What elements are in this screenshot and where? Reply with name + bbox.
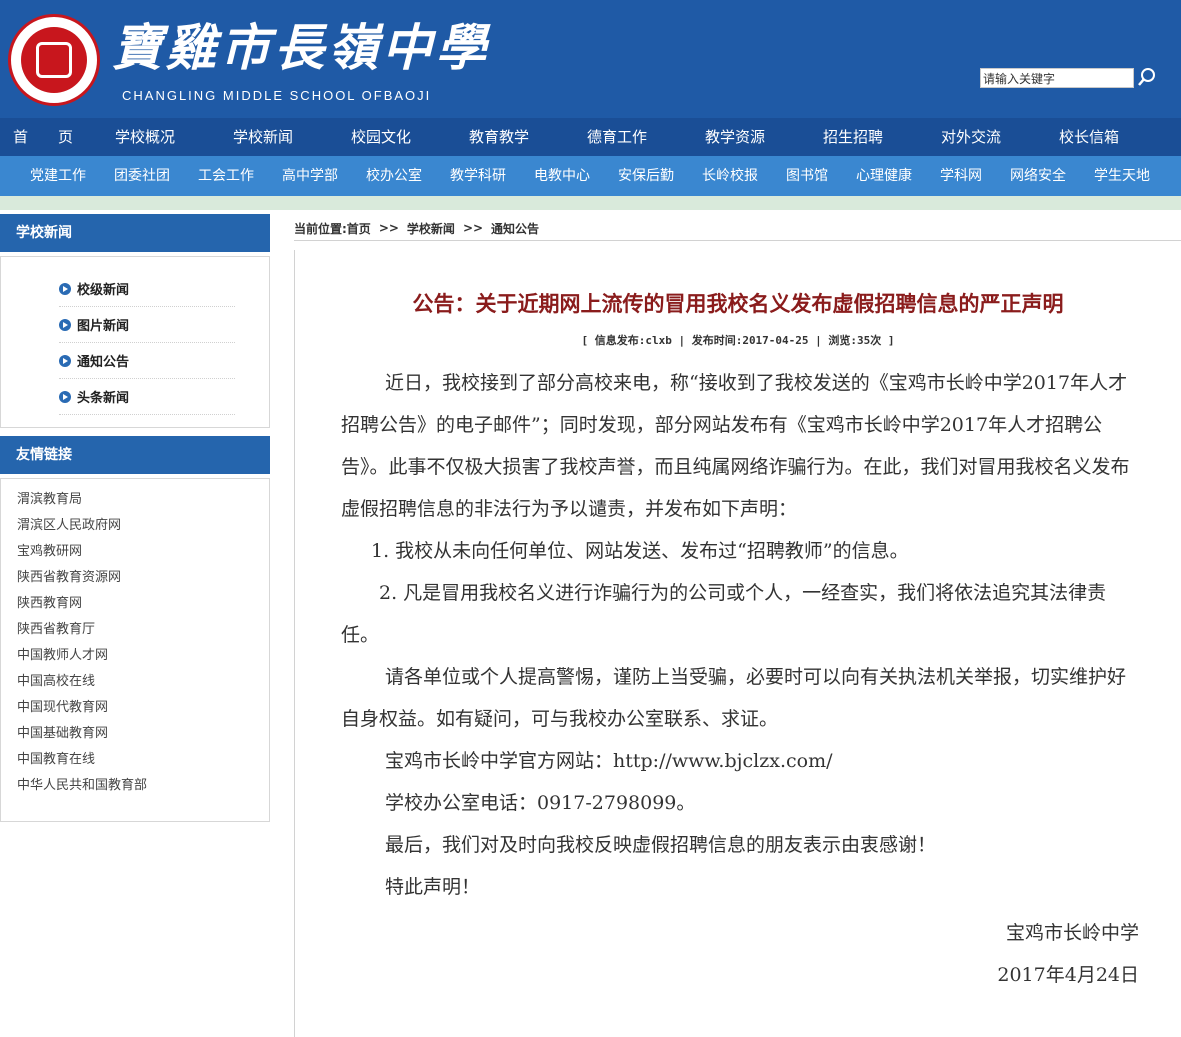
bullet-arrow-icon <box>59 390 71 403</box>
subnav-item[interactable]: 学生天地 <box>1080 156 1164 196</box>
nav-home[interactable]: 首 页 <box>0 118 86 156</box>
search-icon[interactable] <box>1136 66 1158 88</box>
school-logo[interactable] <box>8 14 100 106</box>
main-nav: 首 页 学校概况 学校新闻 校园文化 教育教学 德育工作 教学资源 招生招聘 对… <box>0 118 1181 156</box>
friend-link[interactable]: 中国现代教育网 <box>17 695 269 721</box>
sidebar-item-notices[interactable]: 通知公告 <box>59 343 235 379</box>
bullet-arrow-icon <box>59 282 71 295</box>
subnav-item[interactable]: 校办公室 <box>352 156 436 196</box>
breadcrumb-sep: >> <box>462 221 484 235</box>
nav-campus-culture[interactable]: 校园文化 <box>322 118 440 156</box>
school-name: 寶雞市長嶺中學 <box>112 18 490 77</box>
bullet-arrow-icon <box>59 354 71 367</box>
site-header: 寶雞市長嶺中學 CHANGLING MIDDLE SCHOOL OFBAOJI <box>0 0 1181 118</box>
nav-teaching[interactable]: 教育教学 <box>440 118 558 156</box>
friend-link[interactable]: 中国教师人才网 <box>17 643 269 669</box>
subnav-item[interactable]: 电教中心 <box>520 156 604 196</box>
sidebar-news-box: 校级新闻 图片新闻 通知公告 头条新闻 <box>0 256 270 428</box>
logo-emblem <box>21 27 87 93</box>
sidebar-item-label: 头条新闻 <box>77 391 130 406</box>
sidebar-links-box: 渭滨教育局 渭滨区人民政府网 宝鸡教研网 陕西省教育资源网 陕西教育网 陕西省教… <box>0 478 270 822</box>
nav-admissions[interactable]: 招生招聘 <box>794 118 912 156</box>
subnav-item[interactable]: 党建工作 <box>16 156 100 196</box>
subnav-item[interactable]: 高中学部 <box>268 156 352 196</box>
breadcrumb-divider <box>294 240 1181 241</box>
article-paragraph: 2. 凡是冒用我校名义进行诈骗行为的公司或个人，一经查实，我们将依法追究其法律责… <box>341 582 1107 646</box>
sub-nav-strip <box>0 196 1181 210</box>
breadcrumb-home[interactable]: 当前位置:首页 <box>294 220 371 237</box>
article-title: 公告：关于近期网上流传的冒用我校名义发布虚假招聘信息的严正声明 <box>412 291 1064 316</box>
friend-link[interactable]: 陕西省教育资源网 <box>17 565 269 591</box>
friend-link[interactable]: 陕西教育网 <box>17 591 269 617</box>
friend-link[interactable]: 中华人民共和国教育部 <box>17 773 269 799</box>
breadcrumb-school-news[interactable]: 学校新闻 <box>407 220 455 237</box>
nav-about[interactable]: 学校概况 <box>86 118 204 156</box>
breadcrumb-notices[interactable]: 通知公告 <box>491 220 539 237</box>
sidebar-item-photo-news[interactable]: 图片新闻 <box>59 307 235 343</box>
article-paragraph: 近日，我校接到了部分高校来电，称“接收到了我校发送的《宝鸡市长岭中学2017年人… <box>341 372 1130 520</box>
nav-exchange[interactable]: 对外交流 <box>912 118 1030 156</box>
sidebar: 学校新闻 校级新闻 图片新闻 通知公告 头条新闻 友情链接 渭滨教育局 渭滨区人… <box>0 210 272 822</box>
article-paragraph: 宝鸡市长岭中学官方网站：http://www.bjclzx.com/ <box>385 750 833 772</box>
sidebar-links-title: 友情链接 <box>0 436 270 474</box>
subnav-item[interactable]: 长岭校报 <box>688 156 772 196</box>
article-paragraph: 请各单位或个人提高警惕，谨防上当受骗，必要时可以向有关执法机关举报，切实维护好自… <box>341 666 1127 730</box>
subnav-item[interactable]: 网络安全 <box>996 156 1080 196</box>
subnav-item[interactable]: 学科网 <box>926 156 996 196</box>
nav-resources[interactable]: 教学资源 <box>676 118 794 156</box>
article-paragraph: 学校办公室电话：0917-2798099。 <box>385 792 696 814</box>
friend-link[interactable]: 宝鸡教研网 <box>17 539 269 565</box>
search-input[interactable] <box>980 68 1134 88</box>
sidebar-item-label: 校级新闻 <box>77 283 130 298</box>
subnav-item[interactable]: 心理健康 <box>842 156 926 196</box>
signature-org: 宝鸡市长岭中学 <box>1005 922 1139 944</box>
article-container: 公告：关于近期网上流传的冒用我校名义发布虚假招聘信息的严正声明 [ 信息发布:c… <box>294 250 1181 1037</box>
signature-date: 2017年4月24日 <box>997 964 1139 986</box>
breadcrumb: 当前位置:首页 >> 学校新闻 >> 通知公告 <box>294 216 539 240</box>
subnav-item[interactable]: 工会工作 <box>184 156 268 196</box>
sidebar-item-label: 通知公告 <box>77 355 130 370</box>
logo-mark-icon <box>36 42 72 78</box>
sub-nav: 党建工作 团委社团 工会工作 高中学部 校办公室 教学科研 电教中心 安保后勤 … <box>0 156 1181 196</box>
school-name-en: CHANGLING MIDDLE SCHOOL OFBAOJI <box>122 88 432 103</box>
friend-link[interactable]: 中国基础教育网 <box>17 721 269 747</box>
article-body: 近日，我校接到了部分高校来电，称“接收到了我校发送的《宝鸡市长岭中学2017年人… <box>341 362 1141 996</box>
friend-link[interactable]: 渭滨区人民政府网 <box>17 513 269 539</box>
friend-link[interactable]: 渭滨教育局 <box>17 487 269 513</box>
friend-link[interactable]: 中国教育在线 <box>17 747 269 773</box>
subnav-item[interactable]: 图书馆 <box>772 156 842 196</box>
article-paragraph: 特此声明！ <box>385 876 481 898</box>
sidebar-item-label: 图片新闻 <box>77 319 130 334</box>
nav-principal-mailbox[interactable]: 校长信箱 <box>1030 118 1148 156</box>
article-paragraph: 1. 我校从未向任何单位、网站发送、发布过“招聘教师”的信息。 <box>371 540 909 562</box>
subnav-item[interactable]: 团委社团 <box>100 156 184 196</box>
friend-link[interactable]: 中国高校在线 <box>17 669 269 695</box>
nav-school-news[interactable]: 学校新闻 <box>204 118 322 156</box>
article-paragraph: 最后，我们对及时向我校反映虚假招聘信息的朋友表示由衷感谢！ <box>385 834 937 856</box>
nav-moral-education[interactable]: 德育工作 <box>558 118 676 156</box>
subnav-item[interactable]: 安保后勤 <box>604 156 688 196</box>
article-meta: [ 信息发布:clxb | 发布时间:2017-04-25 | 浏览:35次 ] <box>581 334 895 347</box>
bullet-arrow-icon <box>59 318 71 331</box>
breadcrumb-sep: >> <box>378 221 399 235</box>
sidebar-item-school-news[interactable]: 校级新闻 <box>59 271 235 307</box>
subnav-item[interactable]: 教学科研 <box>436 156 520 196</box>
sidebar-news-title: 学校新闻 <box>0 214 270 252</box>
friend-link[interactable]: 陕西省教育厅 <box>17 617 269 643</box>
sidebar-item-headlines[interactable]: 头条新闻 <box>59 379 235 415</box>
